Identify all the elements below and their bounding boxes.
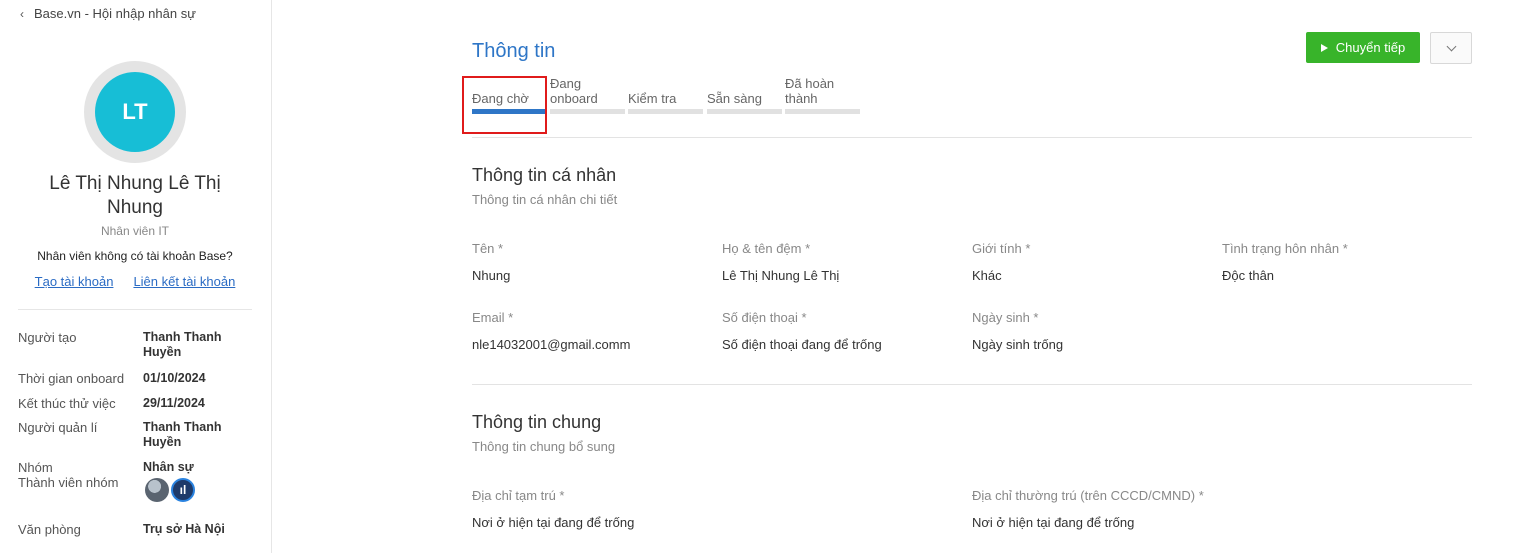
next-button-label: Chuyển tiếp — [1335, 40, 1406, 55]
info-value: Nhân sự — [143, 460, 194, 474]
sidebar: ‹ Base.vn - Hội nhập nhân sự LT Lê Thị N… — [0, 0, 272, 553]
field-label-marital-status: Tình trạng hôn nhân * — [1222, 241, 1348, 256]
field-label-first-name: Tên * — [472, 241, 504, 256]
field-value-phone[interactable]: Số điện thoại đang để trống — [722, 337, 882, 352]
field-value-first-name[interactable]: Nhung — [472, 268, 510, 283]
personal-info-subtitle: Thông tin cá nhân chi tiết — [472, 192, 618, 207]
info-key: Người quản lí — [18, 420, 98, 435]
field-label-phone: Số điện thoại * — [722, 310, 807, 325]
info-key: Thời gian onboard — [18, 371, 125, 386]
field-label-permanent-address: Địa chỉ thường trú (trên CCCD/CMND) * — [972, 488, 1204, 503]
info-key: Kết thúc thử việc — [18, 396, 116, 411]
info-row-probation-end: Kết thúc thử việc 29/11/2024 — [18, 396, 258, 411]
avatar-initials: LT — [122, 99, 148, 124]
group-members: ıl — [145, 478, 195, 502]
info-row-group: Nhóm Nhân sự — [18, 460, 258, 475]
info-key: Văn phòng — [18, 522, 81, 537]
info-row-office: Văn phòng Trụ sở Hà Nội — [18, 522, 258, 537]
play-icon — [1320, 43, 1328, 52]
personal-info-title: Thông tin cá nhân — [472, 165, 617, 185]
info-value: 29/11/2024 — [143, 396, 205, 410]
info-key: Người tạo — [18, 330, 77, 345]
info-row-group-members: Thành viên nhóm — [18, 475, 258, 490]
field-label-last-name: Họ & tên đệm * — [722, 241, 811, 256]
member-avatar[interactable]: ıl — [171, 478, 195, 502]
info-row-manager: Người quản lí Thanh Thanh Huyền — [18, 420, 258, 450]
back-link[interactable]: ‹ Base.vn - Hội nhập nhân sự — [20, 6, 196, 21]
field-value-birthday[interactable]: Ngày sinh trống — [972, 337, 1063, 352]
step-label: Đang chờ — [472, 91, 529, 106]
info-value: Trụ sở Hà Nội — [143, 522, 225, 536]
field-value-gender[interactable]: Khác — [972, 268, 1002, 283]
member-avatar[interactable] — [145, 478, 169, 502]
field-value-marital-status[interactable]: Độc thân — [1222, 268, 1274, 283]
link-account-link[interactable]: Liên kết tài khoản — [133, 274, 235, 289]
field-value-email[interactable]: nle14032001@gmail.comm — [472, 337, 630, 352]
step-onboarding[interactable]: Đang onboard — [550, 74, 625, 114]
info-value: Thanh Thanh Huyền — [143, 330, 222, 359]
step-bar — [785, 109, 860, 114]
create-account-link[interactable]: Tạo tài khoản — [35, 274, 114, 289]
employee-role: Nhân viên IT — [100, 224, 170, 238]
field-label-email: Email * — [472, 310, 514, 325]
field-label-birthday: Ngày sinh * — [972, 310, 1039, 325]
page-title: Thông tin — [472, 40, 556, 62]
info-key: Thành viên nhóm — [18, 475, 119, 490]
sidebar-divider — [18, 309, 252, 310]
step-bar — [472, 109, 546, 114]
step-label: Đang onboard — [550, 76, 598, 106]
step-ready[interactable]: Sẵn sàng — [707, 74, 782, 114]
step-pending[interactable]: Đang chờ — [472, 74, 546, 114]
field-value-last-name[interactable]: Lê Thị Nhung Lê Thị — [722, 268, 839, 283]
step-bar — [628, 109, 703, 114]
next-button[interactable]: Chuyển tiếp — [1306, 32, 1420, 63]
field-value-permanent-address[interactable]: Nơi ở hiện tại đang để trống — [972, 515, 1134, 530]
step-check[interactable]: Kiểm tra — [628, 74, 703, 114]
info-row-creator: Người tạo Thanh Thanh Huyền — [18, 330, 258, 360]
section-divider — [472, 384, 1472, 385]
back-label: Base.vn - Hội nhập nhân sự — [34, 6, 196, 21]
general-info-title: Thông tin chung — [472, 412, 602, 432]
more-dropdown-button[interactable] — [1430, 32, 1472, 64]
field-value-temp-address[interactable]: Nơi ở hiện tại đang để trống — [472, 515, 634, 530]
audio-wave-icon: ıl — [179, 483, 187, 497]
field-label-temp-address: Địa chỉ tạm trú * — [472, 488, 565, 503]
employee-name: Lê Thị Nhung Lê Thị Nhung — [49, 173, 221, 218]
step-label: Đã hoàn thành — [785, 76, 835, 106]
field-label-gender: Giới tính * — [972, 241, 1031, 256]
no-account-text: Nhân viên không có tài khoản Base? — [37, 249, 233, 263]
step-bar — [707, 109, 782, 114]
chevron-left-icon: ‹ — [20, 6, 24, 21]
chevron-down-icon — [1446, 41, 1456, 51]
info-value: Thanh Thanh Huyền — [143, 420, 222, 449]
info-key: Nhóm — [18, 460, 53, 475]
info-value: 01/10/2024 — [143, 371, 206, 385]
step-completed[interactable]: Đã hoàn thành — [785, 74, 860, 114]
account-links: Tạo tài khoản Liên kết tài khoản — [20, 274, 250, 289]
step-label: Kiểm tra — [628, 91, 677, 106]
info-row-onboard-time: Thời gian onboard 01/10/2024 — [18, 371, 258, 386]
general-info-subtitle: Thông tin chung bổ sung — [472, 439, 616, 454]
section-divider — [472, 137, 1472, 138]
step-label: Sẵn sàng — [707, 91, 762, 106]
step-bar — [550, 109, 625, 114]
avatar: LT — [95, 72, 175, 152]
